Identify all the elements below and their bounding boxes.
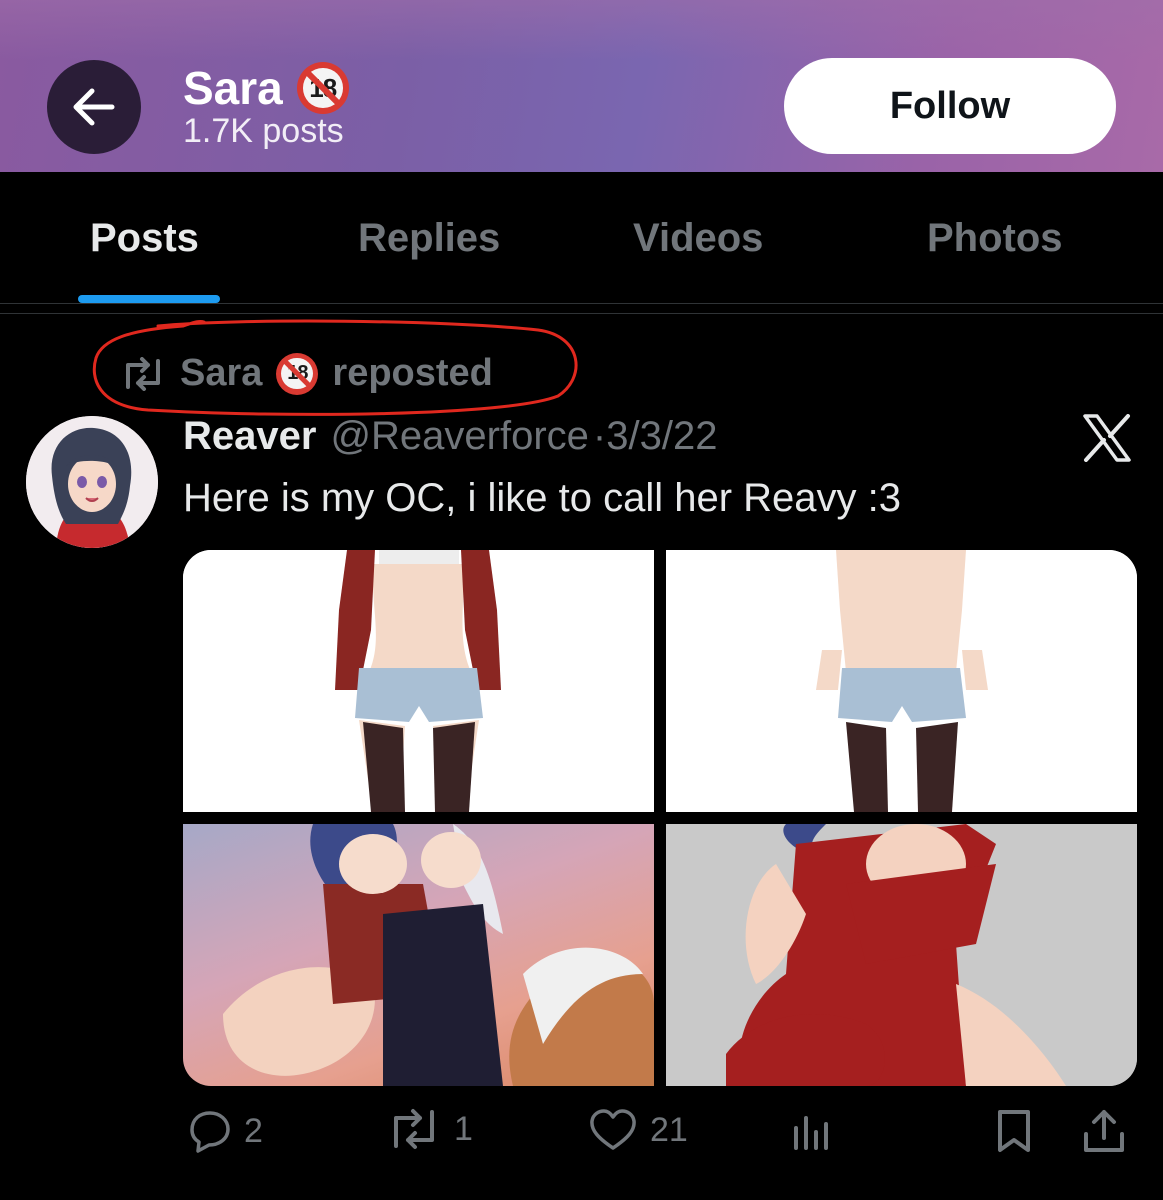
tweet-date[interactable]: 3/3/22 bbox=[606, 414, 717, 459]
author-handle[interactable]: @Reaverforce bbox=[330, 414, 588, 459]
media-image-3[interactable] bbox=[183, 824, 654, 1086]
repost-button[interactable]: 1 bbox=[386, 1108, 473, 1150]
active-tab-indicator bbox=[78, 295, 220, 303]
follow-button[interactable]: Follow bbox=[784, 58, 1116, 154]
tab-replies[interactable]: Replies bbox=[358, 216, 500, 261]
tweet-actions: 2 1 21 bbox=[0, 1108, 1163, 1168]
separator-dot: · bbox=[592, 414, 607, 458]
author-avatar[interactable] bbox=[26, 416, 158, 548]
tab-posts[interactable]: Posts bbox=[90, 216, 199, 261]
tweet-header: Reaver @Reaverforce · 3/3/22 bbox=[183, 414, 717, 459]
post-count: 1.7K posts bbox=[183, 112, 344, 150]
arrow-left-icon bbox=[73, 88, 115, 126]
heart-icon bbox=[590, 1109, 636, 1150]
reply-icon bbox=[190, 1111, 230, 1153]
tab-videos[interactable]: Videos bbox=[633, 216, 763, 261]
media-image-2[interactable] bbox=[666, 550, 1137, 812]
repost-icon bbox=[394, 1109, 434, 1149]
back-button[interactable] bbox=[47, 60, 141, 154]
media-grid bbox=[183, 550, 1137, 1086]
profile-name: Sara bbox=[183, 62, 283, 114]
reply-button[interactable]: 2 bbox=[186, 1108, 263, 1154]
profile-tabs: Posts Replies Videos Photos bbox=[0, 172, 1163, 304]
tweet-text: Here is my OC, i like to call her Reavy … bbox=[183, 476, 901, 520]
adult-badge-icon: 18 bbox=[296, 62, 349, 114]
bookmark-icon bbox=[998, 1110, 1030, 1152]
profile-name-row: Sara 18 bbox=[183, 62, 349, 114]
x-logo-icon[interactable] bbox=[1082, 414, 1132, 462]
bookmark-button[interactable] bbox=[996, 1108, 1032, 1154]
like-count: 21 bbox=[650, 1110, 688, 1149]
views-icon bbox=[794, 1116, 828, 1150]
divider bbox=[0, 313, 1163, 314]
tab-photos[interactable]: Photos bbox=[927, 216, 1063, 261]
views-button[interactable] bbox=[792, 1108, 832, 1150]
media-image-1[interactable] bbox=[183, 550, 654, 812]
author-name[interactable]: Reaver bbox=[183, 414, 316, 459]
share-button[interactable] bbox=[1082, 1108, 1126, 1154]
repost-count: 1 bbox=[454, 1109, 473, 1148]
reply-count: 2 bbox=[244, 1111, 263, 1150]
like-button[interactable]: 21 bbox=[588, 1108, 688, 1152]
profile-header: Sara 18 1.7K posts Follow bbox=[0, 0, 1163, 172]
media-image-4[interactable] bbox=[666, 824, 1137, 1086]
share-icon bbox=[1084, 1110, 1124, 1152]
annotation-circle bbox=[92, 319, 578, 416]
